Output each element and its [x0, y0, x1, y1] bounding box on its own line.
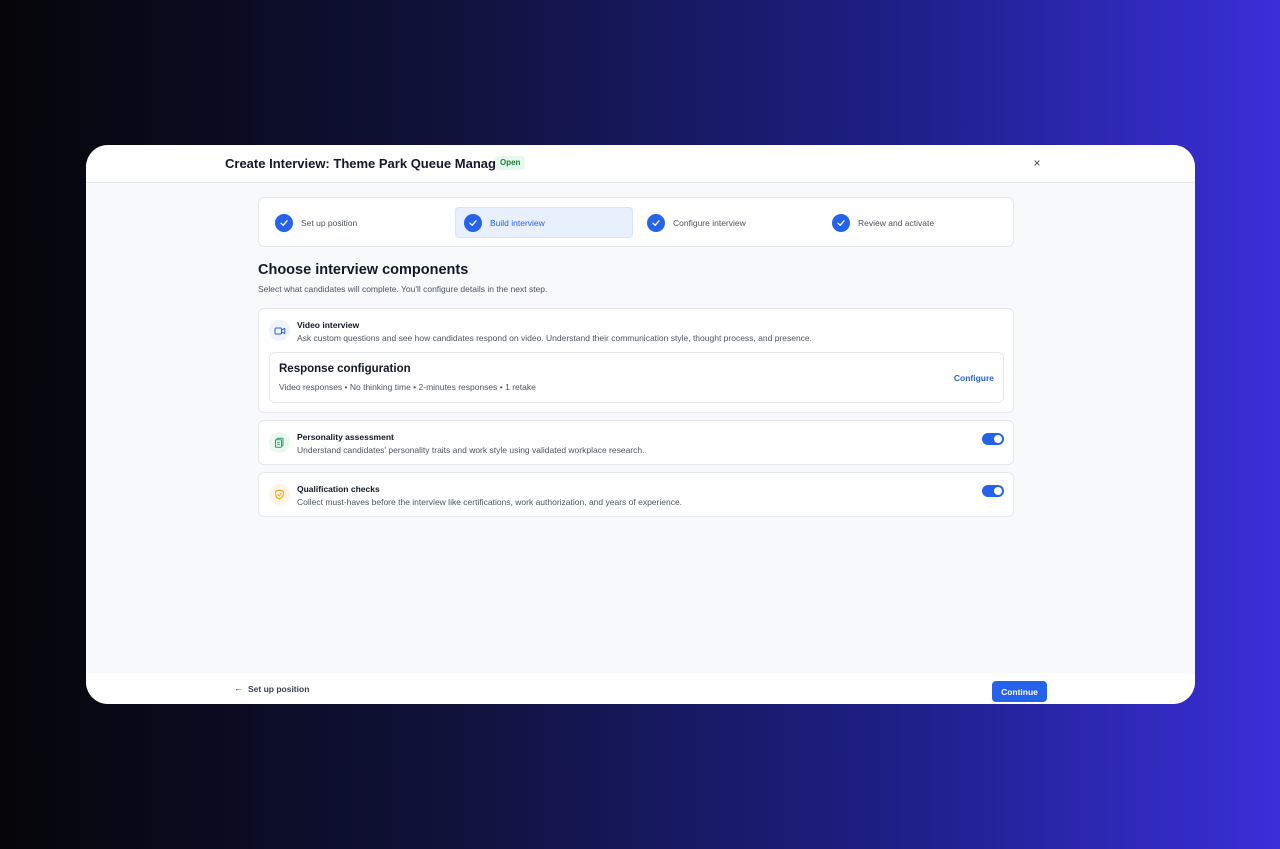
create-interview-modal: Create Interview: Theme Park Queue Manag… [86, 145, 1195, 704]
document-stack-icon [269, 432, 290, 453]
toggle-knob [994, 487, 1002, 495]
personality-assessment-card: Personality assessment Understand candid… [258, 420, 1014, 465]
response-configuration-details: Video responses • No thinking time • 2-m… [279, 382, 536, 392]
arrow-left-icon: ← [234, 683, 243, 693]
back-button[interactable]: ← Set up position [234, 683, 309, 694]
checkmark-icon [464, 213, 482, 232]
qualification-checks-card: Qualification checks Collect must-haves … [258, 472, 1014, 517]
step-label: Set up position [301, 217, 358, 228]
page-title: Choose interview components [258, 262, 469, 278]
checkmark-icon [275, 213, 293, 232]
page-subtitle: Select what candidates will complete. Yo… [258, 284, 548, 294]
continue-button[interactable]: Continue [992, 681, 1047, 702]
configure-link[interactable]: Configure [954, 373, 994, 383]
component-title: Personality assessment [297, 432, 394, 442]
shield-check-icon [269, 484, 290, 505]
component-description: Ask custom questions and see how candida… [297, 333, 813, 343]
checkmark-icon [832, 213, 850, 232]
modal-footer: ← Set up position Continue [86, 673, 1195, 704]
step-review-and-activate[interactable]: Review and activate [824, 207, 1000, 238]
step-configure-interview[interactable]: Configure interview [639, 207, 815, 238]
response-configuration-title: Response configuration [279, 363, 411, 375]
component-title: Video interview [297, 320, 360, 330]
step-label: Configure interview [673, 217, 746, 228]
component-description: Understand candidates' personality trait… [297, 445, 645, 455]
personality-assessment-toggle[interactable] [982, 433, 1004, 445]
modal-header: Create Interview: Theme Park Queue Manag… [86, 145, 1195, 183]
back-button-label: Set up position [248, 683, 310, 694]
checkmark-icon [647, 213, 665, 232]
component-title: Qualification checks [297, 484, 380, 494]
response-configuration-panel: Response configuration Video responses •… [269, 352, 1004, 403]
step-label: Build interview [490, 217, 545, 228]
close-icon[interactable]: × [1030, 156, 1044, 170]
step-build-interview[interactable]: Build interview [455, 207, 633, 238]
step-set-up-position[interactable]: Set up position [267, 207, 443, 238]
qualification-checks-toggle[interactable] [982, 485, 1004, 497]
step-label: Review and activate [858, 217, 935, 228]
modal-title: Create Interview: Theme Park Queue Manag… [225, 156, 509, 171]
status-badge: Open [495, 156, 526, 170]
video-camera-icon [269, 320, 290, 341]
video-interview-card: Video interview Ask custom questions and… [258, 308, 1014, 413]
stepper: Set up position Build interview Configur… [258, 197, 1014, 247]
component-description: Collect must-haves before the interview … [297, 497, 683, 507]
toggle-knob [994, 435, 1002, 443]
